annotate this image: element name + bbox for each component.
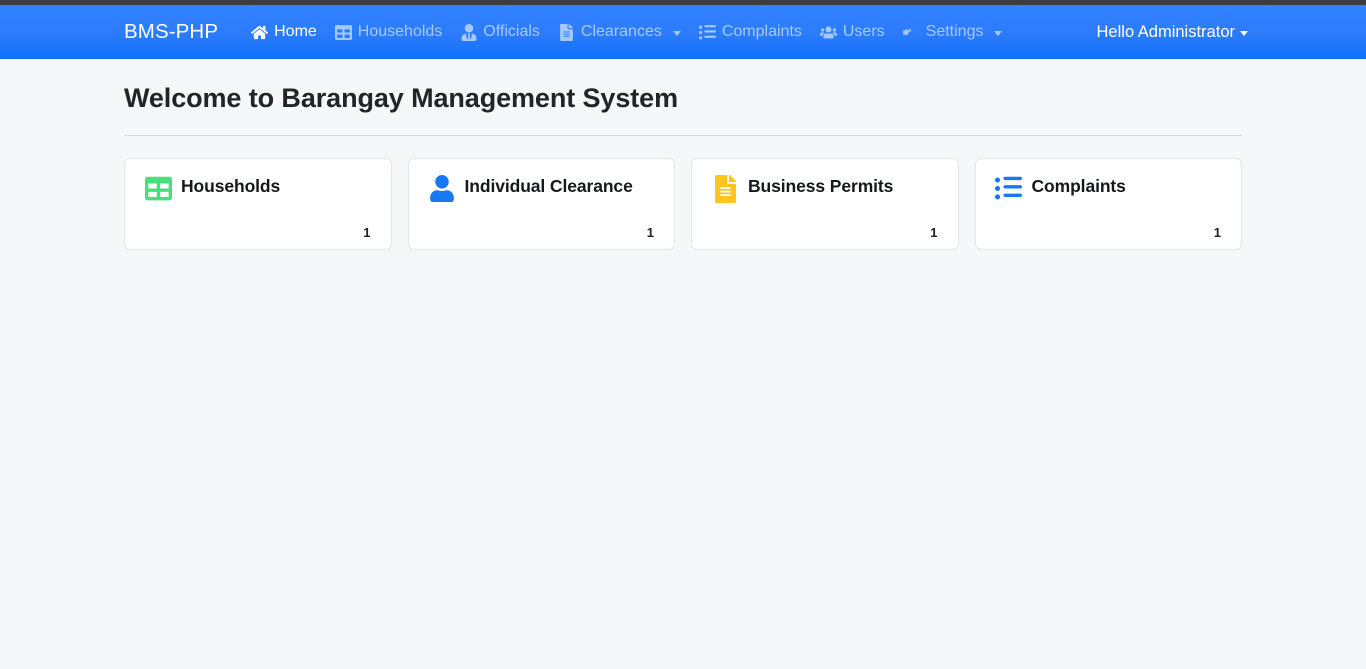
- card-header: Complaints: [994, 175, 1224, 204]
- nav-item-label: Officials: [483, 23, 540, 40]
- stat-card-business-permits[interactable]: Business Permits 1: [691, 157, 959, 250]
- stat-card-row: Households 1 Individual Clearance 1 Busi…: [124, 157, 1242, 250]
- user-menu-label: Hello Administrator: [1096, 22, 1235, 41]
- card-label: Individual Clearance: [464, 175, 633, 196]
- user-tie-icon: [460, 23, 477, 41]
- table-icon: [334, 24, 352, 41]
- nav-item-label: Settings: [925, 23, 984, 40]
- stat-card-households[interactable]: Households 1: [124, 157, 392, 250]
- user-icon: [427, 174, 457, 204]
- nav-item-label: Users: [842, 23, 885, 40]
- nav-item-complaints[interactable]: Complaints: [690, 5, 811, 59]
- card-header: Households: [143, 175, 373, 204]
- page-title: Welcome to Barangay Management System: [124, 83, 678, 113]
- nav-item-label: Clearances: [580, 23, 662, 40]
- file-alt-icon: [710, 174, 740, 204]
- nav-item-label: Home: [274, 23, 317, 40]
- home-icon: [251, 24, 269, 41]
- main-navbar: BMS-PHP Home Households Officials Cleara…: [0, 5, 1366, 59]
- card-header: Business Permits: [710, 174, 940, 204]
- cogs-icon: [902, 24, 920, 41]
- chevron-down-icon: [994, 30, 1003, 36]
- table-icon: [143, 174, 173, 204]
- stat-card-complaints[interactable]: Complaints 1: [974, 157, 1242, 250]
- card-count: 1: [1213, 224, 1221, 240]
- nav-item-label: Complaints: [721, 23, 802, 40]
- nav-item-users[interactable]: Users: [811, 5, 894, 59]
- list-ul-icon: [994, 174, 1024, 204]
- nav-item-label: Households: [357, 23, 443, 40]
- nav-item-households[interactable]: Households: [326, 5, 452, 59]
- card-count: 1: [363, 224, 371, 240]
- card-label: Complaints: [1031, 175, 1126, 196]
- chevron-down-icon: [672, 30, 681, 36]
- nav-item-settings[interactable]: Settings: [894, 5, 1012, 59]
- nav-item-officials[interactable]: Officials: [451, 5, 549, 59]
- nav-item-home[interactable]: Home: [242, 5, 326, 59]
- list-ul-icon: [698, 24, 716, 41]
- card-count: 1: [646, 224, 654, 240]
- nav-item-clearances[interactable]: Clearances: [549, 5, 690, 59]
- file-alt-icon: [558, 23, 575, 41]
- card-label: Business Permits: [748, 175, 894, 196]
- nav-list: Home Households Officials Clearances Com…: [242, 5, 1011, 59]
- user-menu-dropdown[interactable]: Hello Administrator: [1097, 5, 1248, 59]
- chevron-down-icon: [1240, 30, 1248, 36]
- brand-logo[interactable]: BMS-PHP: [124, 20, 218, 44]
- card-count: 1: [930, 224, 938, 240]
- stat-card-individual-clearance[interactable]: Individual Clearance 1: [407, 157, 675, 250]
- card-header: Individual Clearance: [427, 175, 657, 204]
- title-divider: [124, 134, 1242, 136]
- users-icon: [819, 24, 837, 41]
- card-label: Households: [181, 175, 281, 196]
- main-content: Welcome to Barangay Management System Ho…: [0, 59, 1366, 250]
